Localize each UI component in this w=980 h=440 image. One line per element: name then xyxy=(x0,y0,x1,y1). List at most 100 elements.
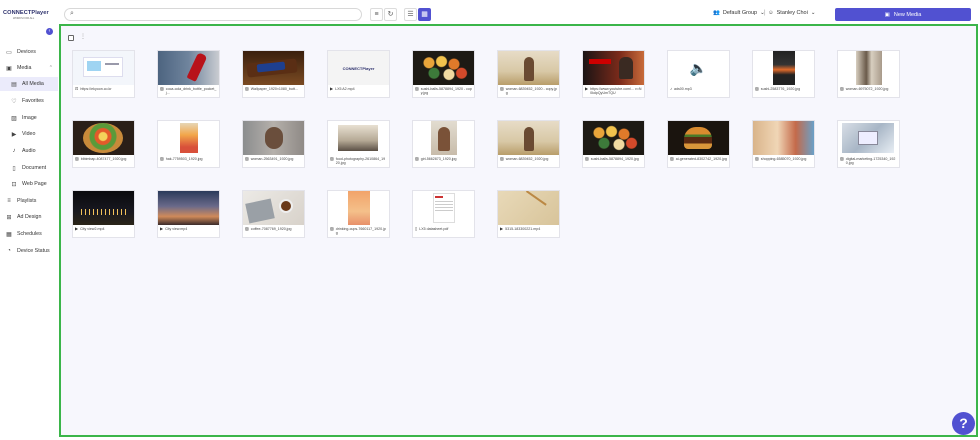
refresh-button[interactable]: ↻ xyxy=(384,8,397,21)
media-card[interactable]: ▶ 5315-183300221.mp4 xyxy=(497,190,560,238)
media-thumbnail[interactable] xyxy=(328,121,389,155)
media-card[interactable]: ▨ Wallpaper_1920×1080_butt... xyxy=(242,50,305,98)
media-card[interactable]: ▨ hak-7759503_1920.jpg xyxy=(157,120,220,168)
media-thumbnail[interactable] xyxy=(583,121,644,155)
app-logo[interactable]: CONNECTPlayer WORKS FOR ALL xyxy=(3,10,57,22)
media-thumbnail[interactable] xyxy=(668,121,729,155)
sidebar-collapse-button[interactable]: ‹ xyxy=(46,28,53,35)
media-thumbnail[interactable] xyxy=(243,51,304,85)
media-card[interactable]: ▨ food-photography-2610864_1920.jpg xyxy=(327,120,390,168)
media-filename: woman-6839452_1920.jpg xyxy=(505,157,549,161)
media-thumbnail[interactable] xyxy=(73,51,134,85)
pdf-file-icon: ▯ xyxy=(415,227,418,231)
media-label: ▨ drinking-cups-7660117_1920.jpg xyxy=(330,227,387,237)
sidebar-item-image[interactable]: ▨ Image xyxy=(0,111,58,125)
sidebar-item-media[interactable]: ▣ Media ⌃ xyxy=(0,61,58,75)
playlist-icon: ≡ xyxy=(7,198,11,204)
media-card[interactable]: ▶ City view.mp4 xyxy=(157,190,220,238)
media-thumbnail[interactable] xyxy=(413,51,474,85)
image-file-icon: ▨ xyxy=(245,157,249,161)
media-card[interactable]: ▨ girl-5662873_1920.jpg xyxy=(412,120,475,168)
media-thumbnail[interactable] xyxy=(838,51,899,85)
list-view-button[interactable]: ☰ xyxy=(404,8,417,21)
media-filename: LX5 A2.mp4 xyxy=(335,87,355,91)
sidebar-item-all-media[interactable]: ▤ All Media xyxy=(0,77,58,91)
media-card[interactable]: ▨ woman-6839452_1920.jpg xyxy=(497,120,560,168)
media-card[interactable]: ▨ digital-marketing-1725340_1920.jpg xyxy=(837,120,900,168)
media-card[interactable]: ▨ woman-2563491_1920.jpg xyxy=(242,120,305,168)
media-thumbnail[interactable] xyxy=(73,191,134,225)
media-thumbnail[interactable] xyxy=(583,51,644,85)
media-thumbnail[interactable] xyxy=(158,51,219,85)
chevron-down-icon: ⌄ xyxy=(810,10,816,16)
media-card[interactable]: ▨ sushi-2583776_1920.jpg xyxy=(752,50,815,98)
sidebar-item-video[interactable]: ▶ Video xyxy=(0,127,58,141)
media-thumbnail[interactable]: 🔈 xyxy=(668,51,729,85)
user-icon: ☺ xyxy=(768,10,774,16)
sidebar-item-device-status[interactable]: ◔ Device Status xyxy=(0,244,58,258)
select-all-checkbox[interactable] xyxy=(68,35,74,41)
search-input[interactable] xyxy=(81,10,351,19)
sidebar-item-document[interactable]: ▯ Document xyxy=(0,161,58,175)
media-label: ▨ coffee-7087769_1920.jpg xyxy=(245,227,302,237)
media-card[interactable]: ▨ woman-6975072_1920.jpg xyxy=(837,50,900,98)
media-card[interactable]: ▨ coca-cola_drink_bottle_pocket_j... xyxy=(157,50,220,98)
media-card[interactable]: ▶ City view2.mp4 xyxy=(72,190,135,238)
media-card[interactable]: ▨ ai-generated-8302742_1920.jpg xyxy=(667,120,730,168)
media-thumbnail[interactable] xyxy=(328,191,389,225)
media-thumbnail[interactable] xyxy=(838,121,899,155)
media-thumbnail[interactable] xyxy=(753,121,814,155)
media-card[interactable]: ▨ bibimbap-4087477_1920.jpg xyxy=(72,120,135,168)
image-file-icon: ▨ xyxy=(500,157,504,161)
media-thumbnail[interactable] xyxy=(498,121,559,155)
media-thumbnail[interactable] xyxy=(158,191,219,225)
media-card[interactable]: 🔈 ♪ ads00.mp3 xyxy=(667,50,730,98)
media-card[interactable]: ▨ shopping-6585070_1920.jpg xyxy=(752,120,815,168)
media-thumbnail[interactable] xyxy=(753,51,814,85)
media-thumbnail[interactable]: CONNECTPlayer xyxy=(328,51,389,85)
heart-icon: ♡ xyxy=(11,98,17,105)
media-card[interactable]: ▨ drinking-cups-7660117_1920.jpg xyxy=(327,190,390,238)
search-bar[interactable]: ⌕ xyxy=(64,8,362,21)
media-thumbnail[interactable] xyxy=(73,121,134,155)
sidebar-item-devices[interactable]: ▭ Devices xyxy=(0,45,58,59)
media-filename: sushi-balls-5878894_1920 - copy.jpg xyxy=(420,87,472,95)
media-thumbnail[interactable] xyxy=(243,191,304,225)
media-thumbnail[interactable] xyxy=(498,51,559,85)
sidebar-item-ad-design[interactable]: ⊞ Ad Design xyxy=(0,210,58,224)
grid-view-icon: ▦ xyxy=(421,11,428,18)
sort-button[interactable]: ≡ xyxy=(370,8,383,21)
media-thumbnail[interactable] xyxy=(413,191,474,225)
media-card[interactable]: CONNECTPlayer ▶ LX5 A2.mp4 xyxy=(327,50,390,98)
media-thumbnail[interactable] xyxy=(413,121,474,155)
help-button[interactable]: ? xyxy=(952,412,975,435)
image-file-icon: ▨ xyxy=(75,157,79,161)
sidebar-item-schedules[interactable]: ▦ Schedules xyxy=(0,227,58,241)
grid-view-button[interactable]: ▦ xyxy=(418,8,431,21)
media-label: ⊡ https://ekyoon.co.kr xyxy=(75,87,132,97)
media-card[interactable]: ▯ LX5 datasheet.pdf xyxy=(412,190,475,238)
sidebar-item-web-page[interactable]: ⊡ Web Page xyxy=(0,177,58,191)
sidebar-item-label: Image xyxy=(22,115,37,121)
media-card[interactable]: ▨ woman-6839452_1920 - copy.jpg xyxy=(497,50,560,98)
media-card[interactable]: ▶ https://www.youtube.com/... v=N0kdpQyUm… xyxy=(582,50,645,98)
sidebar-item-playlists[interactable]: ≡ Playlists xyxy=(0,194,58,208)
media-card[interactable]: ▨ sushi-balls-5878894_1920.jpg xyxy=(582,120,645,168)
monitor-icon: ▭ xyxy=(6,49,12,56)
media-filename: shopping-6585070_1920.jpg xyxy=(760,157,807,161)
media-thumbnail[interactable] xyxy=(243,121,304,155)
media-filename: ads00.mp3 xyxy=(674,87,692,91)
media-card[interactable]: ▨ sushi-balls-5878894_1920 - copy.jpg xyxy=(412,50,475,98)
media-card[interactable]: ⊡ https://ekyoon.co.kr xyxy=(72,50,135,98)
media-filename: coca-cola_drink_bottle_pocket_j... xyxy=(165,87,217,95)
more-options-icon[interactable]: ⋮ xyxy=(80,33,86,40)
group-selector[interactable]: 👥 Default Group ⌄ xyxy=(713,10,765,16)
sidebar-item-favorites[interactable]: ♡ Favorites xyxy=(0,94,58,108)
media-thumbnail[interactable] xyxy=(158,121,219,155)
new-media-button[interactable]: ▣ New Media xyxy=(835,8,971,21)
sidebar-item-audio[interactable]: ♪ Audio xyxy=(0,144,58,158)
media-card[interactable]: ▨ coffee-7087769_1920.jpg xyxy=(242,190,305,238)
user-menu[interactable]: ☺ Stanley Choi ⌄ xyxy=(768,10,815,16)
media-thumbnail[interactable] xyxy=(498,191,559,225)
all-media-icon: ▤ xyxy=(11,81,17,88)
